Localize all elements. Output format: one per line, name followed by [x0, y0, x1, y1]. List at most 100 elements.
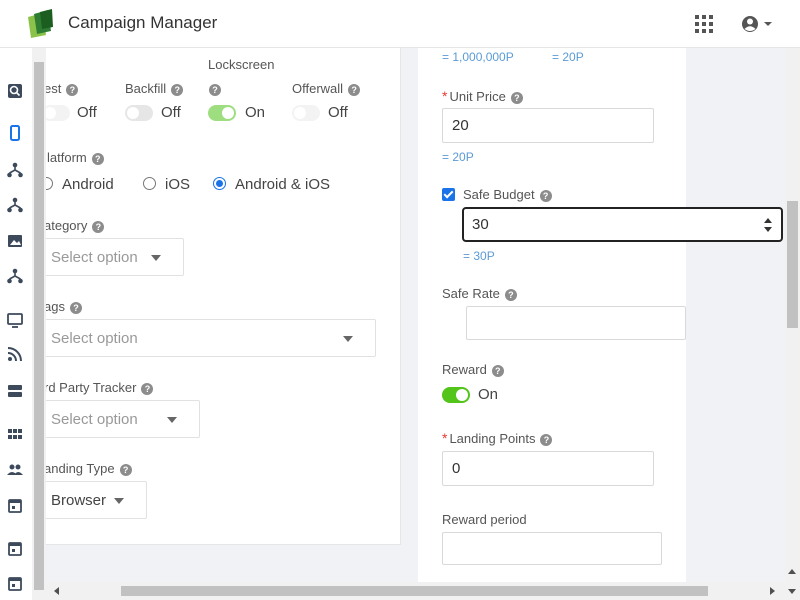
apps-grid-icon[interactable]	[695, 15, 713, 33]
reward-state: On	[478, 386, 499, 403]
help-icon[interactable]: ?	[539, 190, 552, 202]
unit-price-input[interactable]: 20	[442, 108, 654, 143]
category-label-text: ategory	[46, 218, 88, 233]
tags-label: ags?	[46, 299, 82, 314]
help-icon[interactable]: ?	[66, 84, 79, 96]
vertical-scrollbar-thumb[interactable]	[787, 201, 798, 328]
safe-budget-label-text: Safe Budget	[463, 187, 535, 202]
main-content: est? Off Backfill? Off Lockscreen ? On O…	[46, 48, 786, 582]
landing-points-input[interactable]: 0	[442, 451, 654, 486]
toggle-label-test: est?	[46, 81, 79, 96]
number-spinner-icon[interactable]	[763, 215, 773, 235]
help-icon[interactable]: ?	[92, 221, 105, 233]
safe-budget-checkbox[interactable]	[442, 188, 455, 201]
campaign-manager-logo	[28, 9, 53, 38]
help-icon[interactable]: ?	[171, 84, 184, 96]
tags-select-value: Select option	[51, 330, 138, 347]
help-icon[interactable]: ?	[491, 365, 504, 377]
unit-price-hint: = 20P	[442, 150, 474, 164]
help-icon[interactable]: ?	[510, 92, 523, 104]
unit-price-label: * Unit Price?	[442, 88, 523, 104]
sidebar-nav	[0, 48, 30, 600]
landing-points-label-text: Landing Points	[449, 431, 536, 446]
landing-points-label: * Landing Points?	[442, 430, 553, 446]
image-icon[interactable]	[7, 233, 23, 249]
grid-icon[interactable]	[7, 426, 23, 442]
help-icon[interactable]: ?	[504, 289, 517, 301]
category-select[interactable]: Select option	[46, 238, 184, 276]
reward-period-label: Reward period	[442, 512, 527, 527]
scroll-right-icon[interactable]	[770, 587, 775, 595]
tags-select[interactable]: Select option	[46, 319, 376, 357]
horizontal-scrollbar-thumb[interactable]	[121, 586, 708, 596]
horizontal-scrollbar[interactable]	[46, 582, 785, 600]
landing-type-label: anding Type?	[46, 461, 132, 476]
vertical-scrollbar[interactable]	[785, 48, 800, 600]
radio-label-ios: iOS	[165, 176, 191, 193]
server-icon[interactable]	[7, 383, 23, 399]
tracker-label: rd Party Tracker?	[46, 380, 154, 395]
app-title: Campaign Manager	[68, 13, 218, 32]
toggle-state: Off	[328, 104, 348, 121]
calendar-icon[interactable]	[7, 575, 23, 591]
help-icon[interactable]: ?	[141, 383, 154, 395]
help-icon[interactable]: ?	[91, 153, 104, 165]
toggle-knob	[127, 107, 139, 119]
hierarchy-icon[interactable]	[7, 197, 23, 213]
rss-icon[interactable]	[7, 346, 23, 362]
chevron-down-icon	[167, 417, 177, 423]
scroll-down-icon[interactable]	[788, 589, 796, 594]
hierarchy-icon[interactable]	[7, 162, 23, 178]
app-header: Campaign Manager	[0, 0, 800, 48]
help-icon[interactable]: ?	[348, 84, 361, 96]
landing-type-select-value: Browser	[51, 492, 107, 509]
offerwall-toggle[interactable]	[292, 105, 320, 121]
help-icon[interactable]: ?	[119, 464, 132, 476]
safe-rate-input[interactable]	[466, 306, 686, 340]
toggle-label-text: est	[46, 81, 62, 96]
help-icon[interactable]: ?	[209, 84, 221, 96]
mobile-icon[interactable]	[7, 125, 23, 141]
reward-label: Reward?	[442, 362, 504, 377]
pricing-card: = 1,000,000P = 20P * Unit Price? 20 = 20P…	[418, 48, 783, 582]
toggle-knob	[46, 107, 56, 119]
calendar-icon[interactable]	[7, 497, 23, 513]
toggle-knob	[294, 107, 306, 119]
sidebar-scrollbar[interactable]	[32, 48, 46, 600]
lockscreen-toggle[interactable]	[208, 105, 236, 121]
help-icon[interactable]: ?	[69, 302, 82, 314]
safe-budget-input[interactable]: 30	[462, 207, 783, 242]
radio-android-ios[interactable]	[213, 177, 226, 190]
scroll-up-icon[interactable]	[788, 569, 796, 574]
monitor-icon[interactable]	[7, 312, 23, 328]
sidebar-scrollbar-thumb[interactable]	[34, 62, 44, 590]
help-icon[interactable]: ?	[540, 434, 553, 446]
platform-label-text: latform	[47, 150, 87, 165]
landing-type-select[interactable]: Browser	[46, 481, 147, 519]
hierarchy-icon[interactable]	[7, 268, 23, 284]
calendar-icon[interactable]	[7, 540, 23, 556]
test-toggle[interactable]	[46, 105, 70, 121]
toggle-label-text: Offerwall	[292, 81, 344, 96]
tracker-select[interactable]: Select option	[46, 400, 200, 438]
settings-card: est? Off Backfill? Off Lockscreen ? On O…	[46, 48, 401, 545]
unit-price-label-text: Unit Price	[449, 89, 506, 104]
toggle-knob	[456, 389, 468, 401]
radio-label-android: Android	[62, 176, 114, 193]
chevron-down-icon	[114, 498, 124, 504]
backfill-toggle[interactable]	[125, 105, 153, 121]
required-asterisk: *	[442, 430, 448, 446]
account-circle-icon[interactable]	[740, 14, 776, 34]
safe-rate-label-text: Safe Rate	[442, 286, 500, 301]
radio-android[interactable]	[46, 177, 53, 190]
required-asterisk: *	[442, 88, 448, 104]
scroll-left-icon[interactable]	[54, 587, 59, 595]
toggle-label-backfill: Backfill?	[125, 81, 184, 96]
search-box-icon[interactable]	[7, 83, 23, 99]
reward-toggle[interactable]	[442, 387, 470, 403]
safe-rate-label: Safe Rate?	[442, 286, 517, 301]
people-icon[interactable]	[7, 461, 23, 477]
radio-ios[interactable]	[143, 177, 156, 190]
tags-label-text: ags	[46, 299, 65, 314]
reward-period-input[interactable]	[442, 532, 662, 565]
